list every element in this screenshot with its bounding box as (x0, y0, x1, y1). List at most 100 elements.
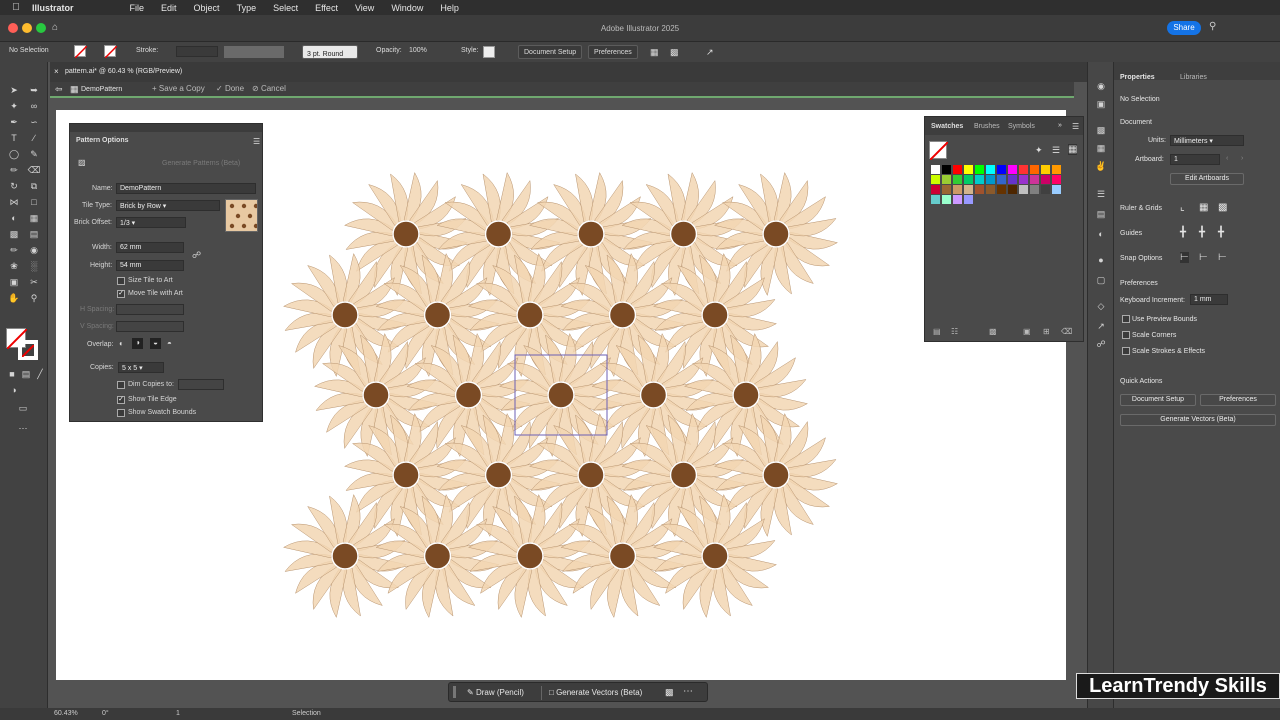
done-button[interactable]: ✓ Done (216, 84, 244, 93)
minimize-window-button[interactable] (22, 23, 32, 33)
artboard-next-icon[interactable]: › (1241, 155, 1243, 162)
menu-view[interactable]: View (355, 3, 374, 13)
symbol-sprayer-icon[interactable]: ❀ (7, 260, 21, 272)
color-swatch[interactable] (1030, 185, 1039, 194)
artboard-prev-icon[interactable]: ‹ (1226, 155, 1228, 162)
rotate-tool-icon[interactable]: ↻ (7, 180, 21, 192)
draw-mode-icon[interactable]: ◑ (7, 384, 21, 396)
stroke-icon[interactable]: ☰ (1094, 188, 1108, 200)
style-swatch[interactable] (483, 46, 495, 58)
use-preview-bounds-checkbox[interactable] (1122, 315, 1130, 323)
cancel-button[interactable]: ⊘ Cancel (252, 84, 286, 93)
keyboard-increment-field[interactable]: 1 mm (1190, 294, 1228, 305)
rotation-value[interactable]: 0° (102, 710, 109, 717)
color-swatch[interactable] (997, 175, 1006, 184)
artboard-select[interactable]: 1 (1170, 154, 1220, 165)
paintbrush-icon[interactable]: ✎ (27, 148, 41, 160)
panel-drag-bar[interactable] (70, 124, 262, 132)
show-swatch-bounds-checkbox[interactable] (117, 409, 125, 417)
color-swatch[interactable] (964, 165, 973, 174)
artboard-number[interactable]: 1 (176, 710, 180, 717)
transparency-icon[interactable]: ◐ (1094, 228, 1108, 240)
link-icon[interactable]: ☍ (192, 250, 201, 261)
list-view-icon[interactable]: ☰ (1052, 145, 1060, 156)
selection-tool-icon[interactable]: ➤ (7, 84, 21, 96)
tab-libraries[interactable]: Libraries (1180, 74, 1207, 81)
color-swatch[interactable] (997, 185, 1006, 194)
color-swatch[interactable] (1041, 185, 1050, 194)
free-transform-icon[interactable]: □ (27, 196, 41, 208)
overlap-left-icon[interactable]: ◐ (119, 339, 124, 348)
color-swatch[interactable] (942, 175, 951, 184)
appearance-icon[interactable]: ● (1094, 254, 1108, 266)
shaper-tool-icon[interactable]: ✏ (7, 164, 21, 176)
overlap-bottom-icon[interactable]: ◓ (167, 339, 172, 348)
lasso-icon[interactable]: ∞ (27, 100, 41, 112)
tab-properties[interactable]: Properties (1120, 74, 1155, 81)
color-swatch[interactable] (1041, 175, 1050, 184)
copies-select[interactable]: 5 x 5 ▾ (118, 362, 164, 373)
menu-select[interactable]: Select (273, 3, 298, 13)
zoom-window-button[interactable] (36, 23, 46, 33)
smart-guides-icon[interactable]: ╋ (1218, 227, 1224, 238)
libraries-icon[interactable]: ◇ (1094, 300, 1108, 312)
color-swatch[interactable] (1052, 175, 1061, 184)
variable-width-profile[interactable] (224, 46, 284, 58)
generate-patterns-button[interactable]: Generate Patterns (Beta) (162, 160, 240, 167)
more-options-icon[interactable]: ⋯ (683, 686, 693, 697)
drag-handle[interactable] (453, 686, 456, 698)
artboards-icon[interactable]: ▣ (1094, 98, 1108, 110)
show-tile-edge-checkbox[interactable]: ✓ (117, 396, 125, 404)
zoom-level[interactable]: 60.43% (54, 710, 78, 717)
new-color-group-icon[interactable]: ▣ (1023, 327, 1031, 336)
align-icon[interactable]: ▦ (650, 47, 659, 58)
color-swatch[interactable] (1030, 165, 1039, 174)
color-swatch[interactable] (1052, 165, 1061, 174)
grid-icon[interactable]: ▦ (1199, 202, 1208, 213)
opacity-value[interactable]: 100% (409, 47, 427, 54)
gallery-icon[interactable]: ▩ (665, 687, 674, 698)
color-mode-icon[interactable]: ■ (5, 368, 19, 380)
panel-menu-icon[interactable]: ☰ (253, 137, 260, 146)
size-tile-checkbox[interactable] (117, 277, 125, 285)
more-tools-icon[interactable]: ⋯ (16, 422, 30, 434)
brushes-icon[interactable]: ✌ (1094, 160, 1108, 172)
tab-brushes[interactable]: Brushes (974, 123, 1000, 130)
ellipse-tool-icon[interactable]: ◯ (7, 148, 21, 160)
generate-vectors-bottom-button[interactable]: □ Generate Vectors (Beta) (549, 688, 642, 697)
gradient-tool-icon[interactable]: ▤ (27, 228, 41, 240)
collapse-icon[interactable]: » (1058, 122, 1062, 129)
swatches-menu-icon[interactable]: ☰ (1072, 122, 1079, 131)
color-swatch[interactable] (975, 175, 984, 184)
scale-tool-icon[interactable]: ⧉ (27, 180, 41, 192)
overlap-top-icon[interactable]: ◒ (150, 338, 161, 349)
tile-tool-icon[interactable]: ▨ (78, 158, 86, 167)
swatch-options-icon[interactable]: ▩ (989, 327, 997, 336)
save-copy-button[interactable]: + Save a Copy (152, 84, 205, 93)
color-swatch[interactable] (942, 165, 951, 174)
show-guides-icon[interactable]: ╋ (1180, 227, 1186, 238)
scale-strokes-checkbox[interactable] (1122, 347, 1130, 355)
direct-selection-tool-icon[interactable]: ➥ (27, 84, 41, 96)
move-tile-checkbox[interactable]: ✓ (117, 290, 125, 298)
search-icon[interactable]: ⚲ (1209, 21, 1216, 32)
app-menu[interactable]: Illustrator (32, 3, 74, 13)
edit-artboards-button[interactable]: Edit Artboards (1170, 173, 1244, 185)
color-swatch[interactable] (931, 185, 940, 194)
dim-copies-checkbox[interactable] (117, 381, 125, 389)
artboard-tool-icon[interactable]: ▣ (7, 276, 21, 288)
color-swatch[interactable] (1019, 185, 1028, 194)
color-swatch[interactable] (986, 185, 995, 194)
screen-mode-icon[interactable]: ▭ (16, 402, 30, 414)
color-swatch[interactable] (953, 185, 962, 194)
swatch-libraries-icon[interactable]: ▤ (933, 327, 941, 336)
color-swatch[interactable] (1030, 175, 1039, 184)
swatch-kind-icon[interactable]: ☷ (951, 327, 958, 336)
color-swatch[interactable] (975, 165, 984, 174)
document-setup-button[interactable]: Document Setup (518, 45, 583, 59)
export-icon[interactable]: ↗ (706, 47, 714, 58)
stroke-color-icon[interactable] (18, 340, 38, 360)
new-swatch-icon[interactable]: ⊞ (1043, 327, 1050, 336)
color-swatch[interactable] (964, 195, 973, 204)
hand-tool-icon[interactable]: ✋ (7, 292, 21, 304)
